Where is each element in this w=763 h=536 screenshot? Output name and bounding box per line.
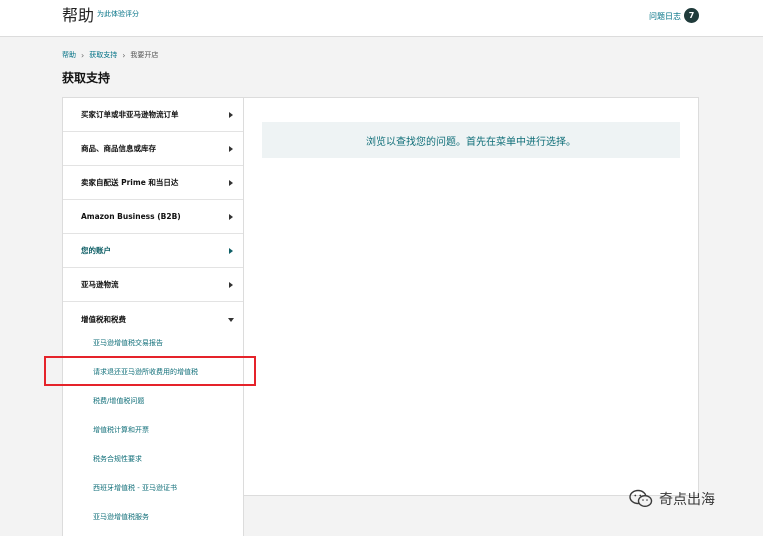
sidebar-menu: 买家订单或非亚马逊物流订单 商品、商品信息或库存 卖家自配送 Prime 和当日… — [62, 97, 244, 536]
sidebar-subitem-tax-compliance[interactable]: 税务合规性要求 — [93, 454, 142, 464]
wechat-icon — [629, 489, 653, 508]
issue-count-badge[interactable]: 7 — [684, 8, 699, 23]
rate-experience-link[interactable]: 为此体验评分 — [97, 9, 139, 19]
chevron-right-icon: › — [81, 50, 85, 60]
sidebar-item-amazon-business[interactable]: Amazon Business (B2B) — [63, 200, 243, 234]
highlight-box — [44, 356, 256, 386]
sidebar-subitem-tax-vat-questions[interactable]: 税费/增值税问题 — [93, 396, 144, 406]
sidebar-subitem-vat-transactions-report[interactable]: 亚马逊增值税交易报告 — [93, 338, 163, 348]
breadcrumb-item-get-support[interactable]: 获取支持 — [89, 50, 117, 60]
watermark-text: 奇点出海 — [659, 492, 715, 508]
sidebar-item-label: 亚马逊物流 — [81, 280, 119, 289]
sidebar-item-prime-same-day[interactable]: 卖家自配送 Prime 和当日达 — [63, 166, 243, 200]
sidebar-item-label: 增值税和税费 — [81, 314, 126, 324]
sidebar-subitem-vat-services[interactable]: 亚马逊增值税服务 — [93, 512, 149, 522]
page-header-title: 帮助 — [62, 6, 95, 25]
instruction-notice: 浏览以查找您的问题。首先在菜单中进行选择。 — [262, 122, 680, 158]
caret-right-icon — [229, 111, 233, 118]
caret-right-icon — [229, 281, 233, 288]
sidebar-item-vat-tax[interactable]: 增值税和税费 — [63, 302, 243, 336]
main-content-panel: 浏览以查找您的问题。首先在菜单中进行选择。 — [243, 97, 699, 496]
sidebar-subitem-spain-vat-certificate[interactable]: 西班牙增值税 - 亚马逊证书 — [93, 483, 177, 493]
chevron-right-icon: › — [122, 50, 126, 60]
sidebar-item-label: 您的账户 — [81, 246, 111, 255]
sidebar-item-your-account[interactable]: 您的账户 — [63, 234, 243, 268]
breadcrumb-item-current: 我要开店 — [130, 51, 159, 59]
sidebar-item-label: 买家订单或非亚马逊物流订单 — [81, 110, 179, 119]
sidebar-item-label: 商品、商品信息或库存 — [81, 144, 156, 153]
breadcrumb: 帮助 › 获取支持 › 我要开店 — [62, 49, 158, 61]
sidebar-item-buyer-orders[interactable]: 买家订单或非亚马逊物流订单 — [63, 98, 243, 132]
breadcrumb-item-help[interactable]: 帮助 — [62, 50, 76, 60]
caret-right-icon — [229, 179, 233, 186]
sidebar-subitem-vat-calculation-invoicing[interactable]: 增值税计算和开票 — [93, 425, 149, 435]
top-bar: 帮助 为此体验评分 问题日志 7 — [0, 0, 763, 37]
caret-right-icon — [229, 247, 233, 254]
caret-right-icon — [229, 145, 233, 152]
issue-log-link[interactable]: 问题日志 — [649, 11, 681, 22]
caret-down-icon — [228, 318, 234, 322]
sidebar-item-label: 卖家自配送 Prime 和当日达 — [81, 178, 179, 187]
caret-right-icon — [229, 213, 233, 220]
sidebar-item-products[interactable]: 商品、商品信息或库存 — [63, 132, 243, 166]
page-title: 获取支持 — [62, 71, 111, 85]
sidebar-item-label: Amazon Business (B2B) — [81, 212, 181, 221]
watermark: 奇点出海 — [629, 489, 715, 509]
sidebar-item-fba[interactable]: 亚马逊物流 — [63, 268, 243, 302]
